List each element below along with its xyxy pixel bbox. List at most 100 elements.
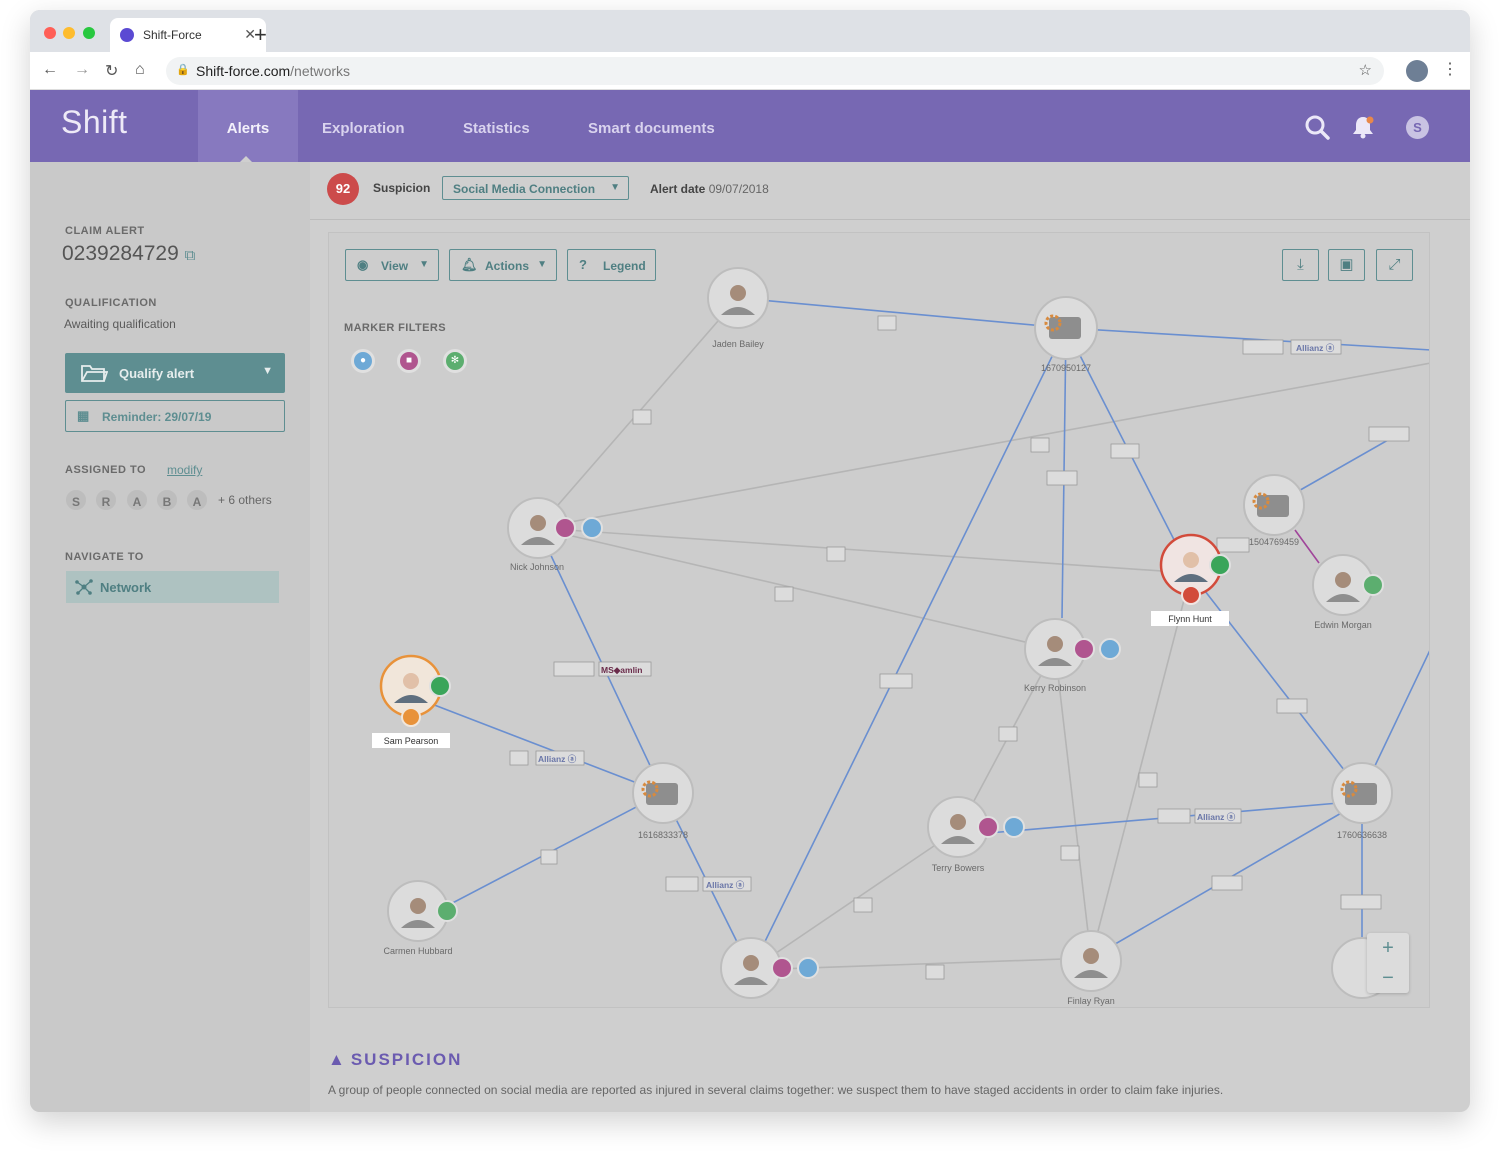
modify-link[interactable]: modify bbox=[167, 463, 202, 477]
fullscreen-icon[interactable]: ⤢ bbox=[1376, 249, 1413, 281]
assignee-avatar[interactable]: A bbox=[125, 488, 149, 512]
claim-number: 0239284729 ⧉ bbox=[62, 242, 196, 265]
nav-smart-documents[interactable]: Smart documents bbox=[588, 90, 715, 162]
lock-icon: 🔒 bbox=[176, 64, 190, 76]
zoom-controls: + − bbox=[1367, 933, 1409, 993]
svg-text:1760636638: 1760636638 bbox=[1337, 830, 1387, 840]
tab-title: Shift-Force bbox=[143, 28, 202, 42]
view-button[interactable]: ◉ View ▼ bbox=[345, 249, 439, 281]
insurer-label-allianz: Allianz ⓐ bbox=[1197, 812, 1236, 822]
node-sam-pearson bbox=[379, 654, 451, 727]
legend-button[interactable]: ? Legend bbox=[567, 249, 656, 281]
url-text: Shift-force.com/networks bbox=[196, 63, 351, 79]
actions-button[interactable]: 🔔︎ Actions ▼ bbox=[449, 249, 557, 281]
navigate-network-item[interactable]: Network bbox=[66, 571, 279, 603]
new-tab-icon[interactable]: + bbox=[254, 22, 267, 48]
download-icon[interactable]: ⤓ bbox=[1282, 249, 1319, 281]
node-person-bottom bbox=[720, 937, 819, 999]
insurer-label-allianz: Allianz ⓐ bbox=[538, 754, 577, 764]
save-icon[interactable]: ▣ bbox=[1328, 249, 1365, 281]
assignee-avatar[interactable]: S bbox=[64, 488, 88, 512]
svg-text:Sam Pearson: Sam Pearson bbox=[384, 736, 439, 746]
marker-filters-label: MARKER FILTERS bbox=[344, 322, 446, 334]
browser-tabstrip: Shift-Force ✕ + bbox=[30, 10, 1470, 52]
network-graph-panel[interactable]: Allianz ⓐ Allianz ⓐ Allianz ⓐ Allianz ⓐ … bbox=[328, 232, 1430, 1008]
suspicion-title: ▲ SUSPICION bbox=[328, 1050, 463, 1069]
bookmark-star-icon[interactable]: ☆ bbox=[1359, 61, 1372, 79]
calendar-icon: ▦ bbox=[77, 408, 90, 423]
navigate-to-label: NAVIGATE TO bbox=[65, 551, 144, 563]
assignee-avatar[interactable]: B bbox=[155, 488, 179, 512]
svg-text:Jaden Bailey: Jaden Bailey bbox=[712, 339, 764, 349]
zoom-in-button[interactable]: + bbox=[1367, 933, 1409, 963]
browser-window: Shift-Force ✕ + ← → ↻ ⌂ 🔒 Shift-force.co… bbox=[30, 10, 1470, 1112]
assignee-avatar[interactable]: R bbox=[94, 488, 118, 512]
assigned-to-label: ASSIGNED TO bbox=[65, 464, 147, 476]
chevron-down-icon: ▼ bbox=[610, 182, 620, 193]
filter-briefcase-icon[interactable]: ■ bbox=[397, 349, 421, 373]
search-icon[interactable] bbox=[1304, 114, 1330, 146]
zoom-out-button[interactable]: − bbox=[1367, 963, 1409, 993]
app-navbar: Shift Alerts Exploration Statistics Smar… bbox=[30, 90, 1470, 162]
reminder-button[interactable]: ▦ Reminder: 29/07/19 bbox=[65, 400, 285, 432]
svg-text:Edwin Morgan: Edwin Morgan bbox=[1314, 620, 1372, 630]
eye-icon: ◉ bbox=[357, 257, 369, 272]
assignee-avatar[interactable]: A bbox=[185, 488, 209, 512]
back-icon[interactable]: ← bbox=[42, 61, 58, 79]
reload-icon[interactable]: ↻ bbox=[105, 61, 118, 81]
chevron-down-icon: ▼ bbox=[262, 365, 273, 377]
forward-icon[interactable]: → bbox=[74, 61, 90, 79]
assignees-more[interactable]: + 6 others bbox=[218, 493, 272, 507]
svg-text:Nick Johnson: Nick Johnson bbox=[510, 562, 564, 572]
notification-bell-icon[interactable] bbox=[1350, 114, 1376, 146]
nav-exploration[interactable]: Exploration bbox=[322, 90, 405, 162]
nav-statistics[interactable]: Statistics bbox=[463, 90, 530, 162]
alert-score-badge: 92 bbox=[327, 173, 359, 205]
network-graph[interactable]: Allianz ⓐ Allianz ⓐ Allianz ⓐ Allianz ⓐ … bbox=[329, 233, 1430, 1008]
node-claim-1760636638 bbox=[1331, 762, 1393, 824]
svg-text:Finlay Ryan: Finlay Ryan bbox=[1067, 996, 1115, 1006]
filter-group-icon[interactable]: ● bbox=[351, 349, 375, 373]
maximize-window-button[interactable] bbox=[83, 27, 95, 39]
node-jaden-bailey bbox=[707, 267, 769, 329]
alert-date: Alert date 09/07/2018 bbox=[650, 182, 769, 196]
favicon-icon bbox=[120, 28, 134, 42]
close-window-button[interactable] bbox=[44, 27, 56, 39]
address-bar-row: ← → ↻ ⌂ 🔒 Shift-force.com/networks ☆ ⋮ bbox=[30, 52, 1470, 90]
question-circle-icon: ? bbox=[579, 257, 587, 272]
qualify-alert-button[interactable]: Qualify alert ▼ bbox=[65, 353, 285, 393]
qualification-value: Awaiting qualification bbox=[64, 317, 176, 331]
node-kerry-robinson bbox=[1024, 618, 1121, 680]
browser-menu-icon[interactable]: ⋮ bbox=[1442, 59, 1458, 79]
svg-text:1616833378: 1616833378 bbox=[638, 830, 688, 840]
bell-icon: 🔔︎ bbox=[461, 257, 478, 272]
user-avatar[interactable]: S bbox=[1406, 116, 1429, 139]
nav-alerts[interactable]: Alerts bbox=[198, 90, 298, 162]
browser-tab[interactable]: Shift-Force ✕ bbox=[110, 18, 266, 52]
suspicion-label: Suspicion bbox=[373, 181, 431, 195]
home-icon[interactable]: ⌂ bbox=[135, 61, 145, 79]
chevron-down-icon: ▼ bbox=[537, 259, 547, 270]
network-icon bbox=[75, 579, 93, 595]
svg-text:1504769459: 1504769459 bbox=[1249, 537, 1299, 547]
node-finlay-ryan bbox=[1060, 930, 1122, 992]
node-claim-1504769459 bbox=[1243, 474, 1305, 536]
folder-icon bbox=[81, 365, 108, 382]
minimize-window-button[interactable] bbox=[63, 27, 75, 39]
sidebar: CLAIM ALERT 0239284729 ⧉ QUALIFICATION A… bbox=[30, 162, 310, 1112]
qualification-label: QUALIFICATION bbox=[65, 297, 157, 309]
node-nick-johnson bbox=[507, 497, 603, 559]
suspicion-select[interactable]: Social Media Connection ▼ bbox=[442, 176, 629, 200]
url-field[interactable]: 🔒 Shift-force.com/networks ☆ bbox=[166, 57, 1384, 85]
insurer-label-allianz: Allianz ⓐ bbox=[706, 880, 745, 890]
suspicion-description: A group of people connected on social me… bbox=[328, 1083, 1224, 1097]
svg-text:Carmen Hubbard: Carmen Hubbard bbox=[383, 946, 452, 956]
chevron-down-icon: ▼ bbox=[419, 259, 429, 270]
svg-text:Kerry Robinson: Kerry Robinson bbox=[1024, 683, 1086, 693]
profile-avatar[interactable] bbox=[1406, 60, 1428, 82]
filter-wheel-icon[interactable]: ✻ bbox=[443, 349, 467, 373]
brand-logo[interactable]: Shift bbox=[61, 104, 128, 141]
svg-text:Terry Bowers: Terry Bowers bbox=[932, 863, 985, 873]
copy-icon[interactable]: ⧉ bbox=[185, 247, 196, 264]
node-carmen-hubbard bbox=[387, 880, 458, 942]
